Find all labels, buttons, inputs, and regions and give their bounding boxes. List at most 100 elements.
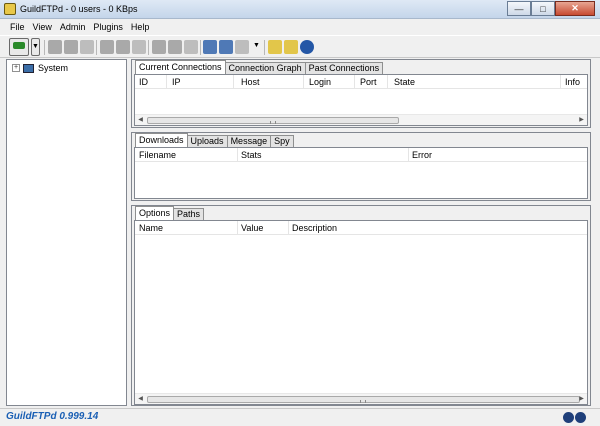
notes-icon[interactable] bbox=[203, 40, 217, 54]
options-hscroll[interactable]: ◀ ▶ bbox=[135, 393, 587, 404]
menu-help[interactable]: Help bbox=[127, 22, 154, 32]
column-divider[interactable] bbox=[237, 221, 238, 235]
toolbar-separator bbox=[264, 40, 265, 55]
users-online-icon[interactable] bbox=[219, 40, 233, 54]
scroll-right-arrow[interactable]: ▶ bbox=[576, 394, 587, 405]
tree-view[interactable]: + System bbox=[6, 59, 127, 406]
server-dropdown-button[interactable]: ▼ bbox=[31, 38, 40, 56]
scroll-right-arrow[interactable]: ▶ bbox=[576, 115, 587, 126]
version-label: GuildFTPd 0.999.14 bbox=[6, 411, 99, 422]
options-tabs: Options Paths bbox=[135, 206, 205, 220]
title-bar: GuildFTPd - 0 users - 0 KBps — □ ✕ bbox=[0, 0, 600, 19]
column-stats[interactable]: Stats bbox=[241, 150, 262, 160]
column-ip[interactable]: IP bbox=[172, 77, 181, 87]
expand-icon[interactable]: + bbox=[12, 64, 20, 72]
column-login[interactable]: Login bbox=[309, 77, 331, 87]
toolbar: ▼ ▼ bbox=[0, 35, 600, 58]
group-icon[interactable] bbox=[100, 40, 114, 54]
tab-message[interactable]: Message bbox=[226, 135, 272, 147]
options-header: Name Value Description bbox=[135, 221, 587, 235]
column-divider[interactable] bbox=[303, 75, 304, 89]
connections-hscroll[interactable]: ◀ ▶ bbox=[135, 114, 587, 125]
column-value[interactable]: Value bbox=[241, 223, 263, 233]
tab-paths[interactable]: Paths bbox=[173, 208, 205, 220]
transfers-panel: Downloads Uploads Message Spy Filename S… bbox=[131, 132, 591, 201]
user-add-icon[interactable] bbox=[64, 40, 78, 54]
column-description[interactable]: Description bbox=[292, 223, 337, 233]
column-divider[interactable] bbox=[166, 75, 167, 89]
column-host[interactable]: Host bbox=[241, 77, 260, 87]
scroll-left-arrow[interactable]: ◀ bbox=[135, 394, 146, 405]
column-divider[interactable] bbox=[387, 75, 388, 89]
group-add-icon[interactable] bbox=[116, 40, 130, 54]
tree-node-system[interactable]: + System bbox=[12, 63, 68, 73]
maximize-button[interactable]: □ bbox=[531, 1, 555, 16]
column-divider[interactable] bbox=[288, 221, 289, 235]
user-icon[interactable] bbox=[48, 40, 62, 54]
scroll-thumb[interactable] bbox=[147, 117, 399, 124]
column-divider[interactable] bbox=[233, 75, 234, 89]
ban-user-icon[interactable] bbox=[168, 40, 182, 54]
transfers-tabs: Downloads Uploads Message Spy bbox=[135, 133, 294, 147]
status-bar: GuildFTPd 0.999.14 bbox=[0, 408, 600, 426]
tab-uploads[interactable]: Uploads bbox=[186, 135, 228, 147]
transfers-list[interactable]: Filename Stats Error bbox=[134, 147, 588, 199]
menu-file[interactable]: File bbox=[6, 22, 29, 32]
grip-icon bbox=[270, 121, 276, 124]
toolbar-separator bbox=[200, 40, 201, 55]
plugins-icon[interactable] bbox=[235, 40, 249, 54]
transfers-header: Filename Stats Error bbox=[135, 148, 587, 162]
column-id[interactable]: ID bbox=[139, 77, 148, 87]
tab-spy[interactable]: Spy bbox=[270, 135, 294, 147]
column-filename[interactable]: Filename bbox=[139, 150, 176, 160]
options-panel: Options Paths Name Value Description ◀ ▶ bbox=[131, 205, 591, 406]
scroll-thumb[interactable] bbox=[147, 396, 580, 403]
connections-list[interactable]: ID IP Host Login Port State Info ◀ ▶ bbox=[134, 74, 588, 126]
column-name[interactable]: Name bbox=[139, 223, 163, 233]
column-error[interactable]: Error bbox=[412, 150, 432, 160]
window-title: GuildFTPd - 0 users - 0 KBps bbox=[20, 4, 138, 14]
computer-icon bbox=[23, 63, 34, 73]
column-divider[interactable] bbox=[560, 75, 561, 89]
connections-panel: Current Connections Connection Graph Pas… bbox=[131, 59, 591, 128]
column-info[interactable]: Info bbox=[565, 77, 580, 87]
help-icon[interactable] bbox=[300, 40, 314, 54]
menu-bar: File View Admin Plugins Help bbox=[0, 19, 600, 35]
tab-downloads[interactable]: Downloads bbox=[135, 133, 188, 147]
tip-bulb-icon[interactable] bbox=[268, 40, 282, 54]
tab-options[interactable]: Options bbox=[135, 206, 175, 220]
about-icon[interactable] bbox=[284, 40, 298, 54]
message-user-icon[interactable] bbox=[184, 40, 198, 54]
column-divider[interactable] bbox=[408, 148, 409, 162]
connections-header: ID IP Host Login Port State Info bbox=[135, 75, 587, 89]
toolbar-separator bbox=[96, 40, 97, 55]
close-button[interactable]: ✕ bbox=[555, 1, 595, 16]
status-light-icon bbox=[563, 412, 574, 423]
minimize-button[interactable]: — bbox=[507, 1, 531, 16]
menu-view[interactable]: View bbox=[29, 22, 56, 32]
connections-tabs: Current Connections Connection Graph Pas… bbox=[135, 60, 384, 74]
toolbar-separator bbox=[44, 40, 45, 55]
server-online-icon[interactable] bbox=[9, 38, 29, 56]
group-folder-icon[interactable] bbox=[132, 40, 146, 54]
user-folder-icon[interactable] bbox=[80, 40, 94, 54]
plugins-dropdown-button[interactable]: ▼ bbox=[252, 38, 261, 56]
tree-node-label: System bbox=[38, 63, 69, 73]
scroll-left-arrow[interactable]: ◀ bbox=[135, 115, 146, 126]
kick-user-icon[interactable] bbox=[152, 40, 166, 54]
grip-icon bbox=[360, 400, 366, 403]
menu-plugins[interactable]: Plugins bbox=[89, 22, 127, 32]
tab-current-connections[interactable]: Current Connections bbox=[135, 60, 226, 74]
window-controls: — □ ✕ bbox=[507, 1, 595, 16]
options-list[interactable]: Name Value Description ◀ ▶ bbox=[134, 220, 588, 405]
toolbar-separator bbox=[148, 40, 149, 55]
menu-admin[interactable]: Admin bbox=[56, 22, 90, 32]
tab-connection-graph[interactable]: Connection Graph bbox=[224, 62, 306, 74]
column-port[interactable]: Port bbox=[360, 77, 377, 87]
column-state[interactable]: State bbox=[394, 77, 415, 87]
column-divider[interactable] bbox=[237, 148, 238, 162]
column-divider[interactable] bbox=[354, 75, 355, 89]
status-light-icon bbox=[575, 412, 586, 423]
status-tray-icon bbox=[563, 412, 587, 423]
tab-past-connections[interactable]: Past Connections bbox=[304, 62, 384, 74]
